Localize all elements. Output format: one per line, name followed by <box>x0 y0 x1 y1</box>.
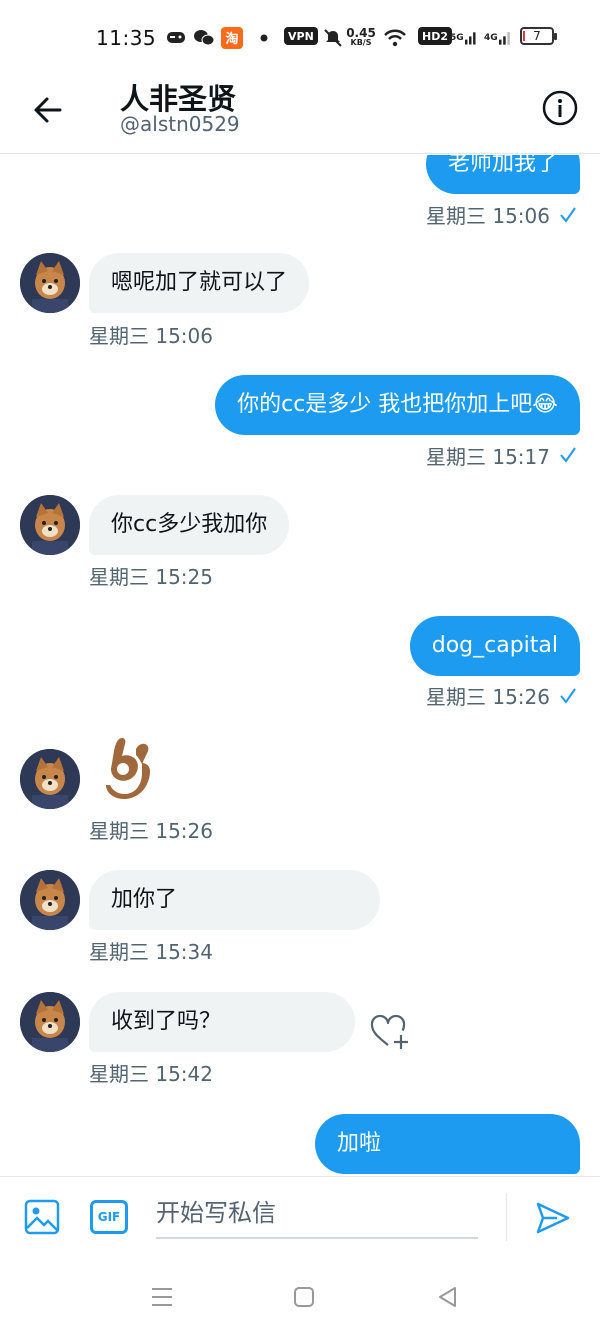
shiba-avatar-image <box>20 495 80 555</box>
message-bubble-out[interactable]: 加啦 <box>315 1114 580 1174</box>
arrow-left-icon <box>34 97 62 123</box>
avatar[interactable] <box>20 870 80 930</box>
message-bubble-out[interactable]: 你的cc是多少 我也把你加上吧😂 <box>215 375 580 435</box>
emoji-message[interactable] <box>96 735 158 807</box>
message-bubble-in[interactable]: 嗯呢加了就可以了 <box>89 253 310 313</box>
net-speed-unit: KB/S <box>350 38 372 47</box>
image-icon <box>24 1199 60 1235</box>
mute-bell-icon <box>322 27 344 49</box>
message-time: 星期三 15:34 <box>89 940 213 964</box>
home-square-icon <box>294 1287 314 1307</box>
message-time: 星期三 15:26 <box>426 685 550 709</box>
shiba-avatar-image <box>20 992 80 1052</box>
system-nav-bar <box>0 1258 600 1333</box>
message-time: 星期三 15:06 <box>89 324 213 348</box>
back-button[interactable] <box>28 90 68 130</box>
avatar[interactable] <box>20 749 80 809</box>
message-bubble-out[interactable]: 老师加我了 <box>425 155 580 194</box>
wechat-icon <box>192 27 216 49</box>
message-time: 星期三 15:06 <box>426 204 550 228</box>
like-button[interactable] <box>370 1014 410 1051</box>
menu-nav-button[interactable] <box>149 1284 175 1310</box>
ok-hand-icon <box>106 738 150 799</box>
hd-badge: HD2 <box>418 27 452 45</box>
signal-5g-icon: 5G <box>450 27 476 49</box>
avatar[interactable] <box>20 495 80 555</box>
status-bar: 11:35 淘 VPN 0.45 KB/S HD2 5G 4G 7 <box>0 0 600 76</box>
send-icon <box>536 1202 570 1234</box>
shiba-avatar-image <box>20 253 80 313</box>
send-button[interactable] <box>534 1199 572 1237</box>
signal-4g-icon: 4G <box>484 27 512 49</box>
status-time: 11:35 <box>96 26 157 50</box>
game-icon <box>164 27 188 49</box>
info-icon <box>542 90 578 126</box>
message-time: 星期三 15:17 <box>426 445 550 469</box>
check-icon <box>560 688 576 704</box>
home-nav-button[interactable] <box>291 1284 317 1310</box>
message-composer: GIF <box>0 1176 600 1258</box>
message-time: 星期三 15:42 <box>89 1062 213 1086</box>
shiba-avatar-image <box>20 749 80 809</box>
composer-divider <box>506 1193 507 1241</box>
signal-4g-label: 4G <box>484 33 498 43</box>
svg-text:淘: 淘 <box>225 31 238 47</box>
conversation-handle[interactable]: @alstn0529 <box>120 112 240 136</box>
message-bubble-out[interactable]: dog_capital <box>409 616 580 676</box>
check-icon <box>560 207 576 223</box>
message-bubble-in[interactable]: 收到了吗？ <box>89 992 355 1052</box>
gif-button[interactable]: GIF <box>90 1200 128 1234</box>
message-time: 星期三 15:25 <box>89 565 213 589</box>
conversation-header: 人非圣贤 @alstn0529 <box>0 76 600 154</box>
check-icon <box>560 447 576 463</box>
vpn-badge: VPN <box>284 27 318 45</box>
info-button[interactable] <box>541 89 579 127</box>
message-time: 星期三 15:26 <box>89 819 213 843</box>
signal-5g-label: 5G <box>450 33 464 43</box>
add-image-button[interactable] <box>24 1199 60 1235</box>
net-speed: 0.45 KB/S <box>346 27 376 49</box>
message-bubble-in[interactable]: 加你了 <box>89 870 380 930</box>
net-speed-value: 0.45 <box>346 26 376 40</box>
avatar[interactable] <box>20 253 80 313</box>
avatar[interactable] <box>20 992 80 1052</box>
dot-icon <box>258 27 270 49</box>
message-input[interactable] <box>156 1189 478 1239</box>
back-nav-button[interactable] <box>435 1284 461 1310</box>
shiba-avatar-image <box>20 870 80 930</box>
battery-indicator: 7 <box>520 27 557 45</box>
message-list[interactable]: 老师加我了 星期三 15:06 嗯呢加了就可以了 星期三 15:06 你的cc是… <box>0 155 600 1175</box>
heart-plus-icon <box>370 1014 408 1049</box>
message-bubble-in[interactable]: 你cc多少我加你 <box>89 495 290 555</box>
back-triangle-icon <box>439 1287 456 1307</box>
taobao-icon: 淘 <box>220 27 244 49</box>
wifi-icon <box>382 27 408 49</box>
menu-icon <box>152 1288 172 1306</box>
